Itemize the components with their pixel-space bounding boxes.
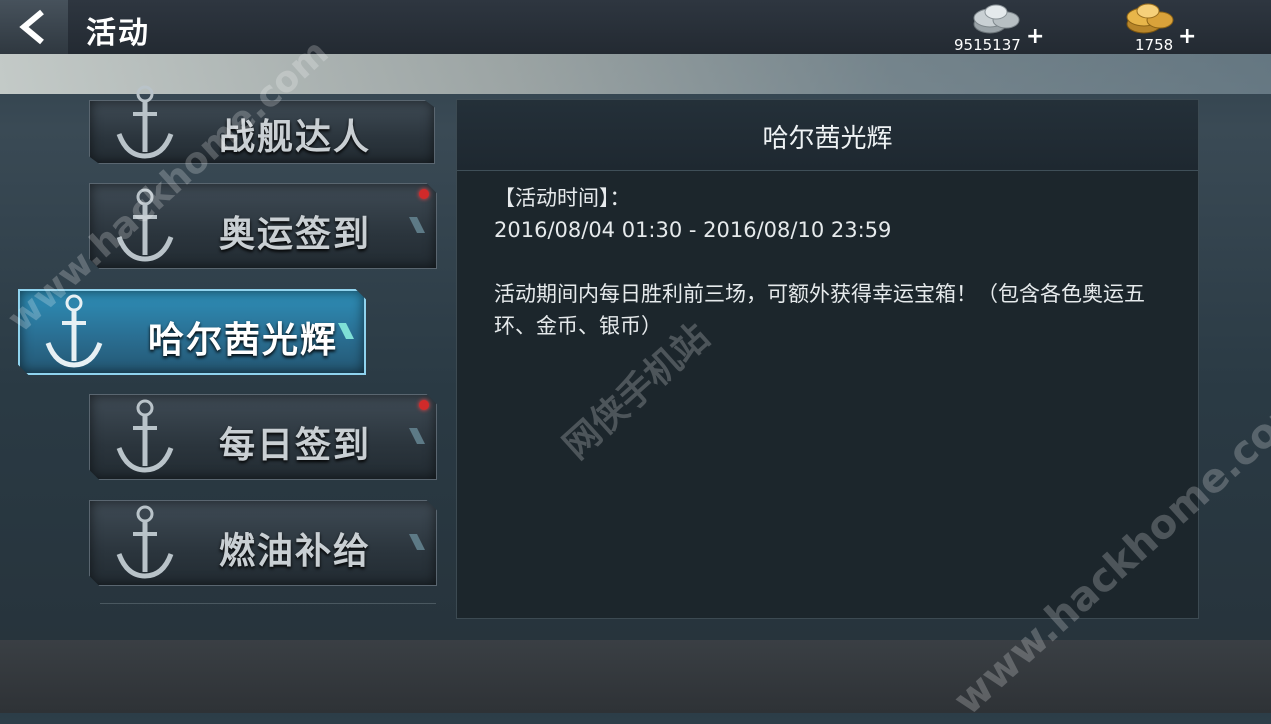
silver-add-button[interactable]: + — [1026, 24, 1044, 49]
anchor-icon — [116, 188, 174, 262]
menu-item-fuel-supply[interactable]: 燃油补给 — [89, 500, 437, 586]
menu-item-halsey-glory[interactable]: 哈尔茜光辉 — [18, 289, 366, 375]
background-haze — [0, 54, 1271, 94]
event-description: 【活动时间】： 2016/08/04 01:30 - 2016/08/10 23… — [494, 182, 1174, 342]
silver-coins-icon — [973, 4, 1020, 34]
panel-header: 哈尔茜光辉 — [457, 100, 1198, 171]
top-bar: 活动 9515137 + 1758 + — [0, 0, 1271, 54]
anchor-icon — [45, 294, 103, 368]
gold-currency: 1758 + — [1120, 2, 1210, 54]
back-arrow-icon — [19, 9, 44, 45]
silver-amount: 9515137 — [954, 36, 1021, 54]
gold-amount: 1758 — [1135, 36, 1174, 54]
anchor-icon — [116, 85, 174, 159]
page-title: 活动 — [86, 16, 150, 51]
stripe-deco-icon — [338, 323, 354, 339]
back-button[interactable] — [0, 0, 68, 54]
menu-item-label: 奥运签到 — [219, 214, 372, 255]
gold-add-button[interactable]: + — [1178, 24, 1196, 49]
event-time-heading: 【活动时间】： — [494, 186, 631, 210]
event-title: 哈尔茜光辉 — [762, 124, 893, 154]
anchor-icon — [116, 399, 174, 473]
event-detail-panel: 哈尔茜光辉 【活动时间】： 2016/08/04 01:30 - 2016/08… — [456, 99, 1199, 619]
menu-item-label: 战舰达人 — [219, 117, 372, 158]
notification-badge — [419, 189, 429, 199]
stripe-deco-icon — [409, 428, 425, 444]
gold-coins-icon — [1126, 3, 1174, 34]
anchor-icon — [116, 505, 174, 579]
menu-item-warship-master[interactable]: 战舰达人 — [89, 85, 435, 164]
menu-item-label: 燃油补给 — [219, 531, 372, 572]
bottom-bar — [0, 640, 1271, 713]
event-description-text: 活动期间内每日胜利前三场，可额外获得幸运宝箱！（包含各色奥运五环、金币、银币） — [494, 282, 1145, 338]
silver-currency: 9515137 + — [950, 2, 1044, 54]
stripe-deco-icon — [409, 217, 425, 233]
event-time-range: 2016/08/04 01:30 - 2016/08/10 23:59 — [494, 218, 892, 242]
menu-divider — [100, 603, 436, 604]
stripe-deco-icon — [409, 534, 425, 550]
menu-item-label: 哈尔茜光辉 — [148, 320, 339, 361]
menu-item-daily-checkin[interactable]: 每日签到 — [89, 394, 437, 480]
notification-badge — [419, 400, 429, 410]
menu-item-olympic-checkin[interactable]: 奥运签到 — [89, 183, 437, 269]
menu-item-label: 每日签到 — [219, 425, 372, 466]
